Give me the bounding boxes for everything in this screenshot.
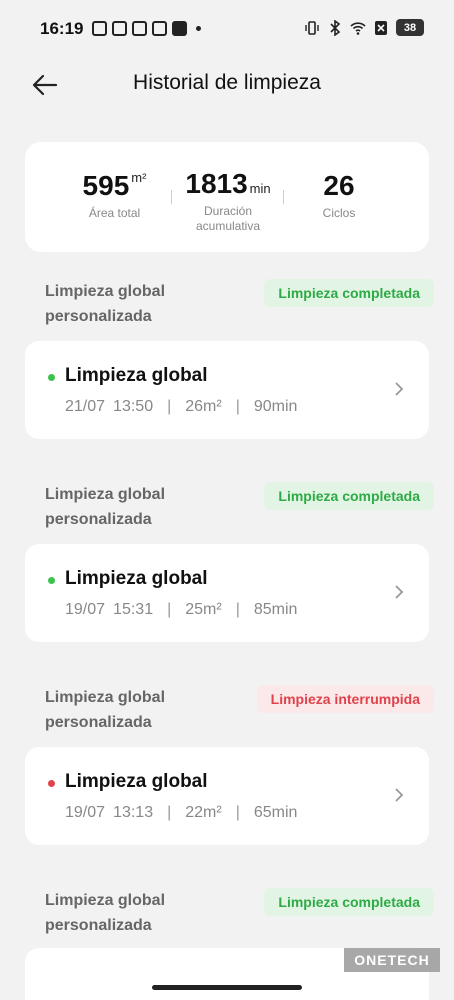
status-time: 16:19	[40, 19, 84, 38]
status-badge: Limpieza completada	[264, 279, 434, 307]
meta-separator: |	[167, 398, 172, 415]
meta-separator: |	[167, 804, 172, 821]
record-time: 13:50	[113, 398, 154, 415]
system-icons: 38	[304, 19, 424, 36]
cycles-stat: 26 Ciclos	[297, 170, 381, 221]
duration-stat: 1813 min Duración acumulativa	[173, 168, 283, 234]
record-date: 19/07	[65, 804, 106, 821]
status-dot	[48, 374, 55, 381]
record-duration: 85min	[253, 601, 298, 618]
record-time: 13:13	[113, 804, 154, 821]
record-group-title: Limpieza global personalizada	[45, 689, 166, 731]
cleaning-record: Limpieza global personalizada Limpieza c…	[0, 888, 454, 1000]
notification-icons	[92, 21, 201, 36]
record-duration: 65min	[253, 804, 298, 821]
status-badge: Limpieza completada	[264, 482, 434, 510]
record-date: 21/07	[65, 398, 106, 415]
cleaning-record: Limpieza global personalizada Limpieza i…	[0, 685, 454, 855]
status-dot	[48, 577, 55, 584]
record-title: Limpieza global	[65, 568, 208, 589]
record-area: 26m²	[185, 398, 222, 415]
chevron-right-icon	[395, 788, 404, 802]
cleaning-record: Limpieza global personalizada Limpieza c…	[0, 279, 454, 449]
status-badge: Limpieza interrumpida	[256, 685, 434, 713]
bluetooth-icon	[330, 19, 341, 36]
total-area-unit: m²	[131, 170, 147, 185]
duration-value: 1813	[185, 168, 248, 199]
record-meta: 19/07 15:31 | 25m² | 85min	[65, 601, 297, 619]
record-card[interactable]: Limpieza global 21/07 13:50 | 26m² | 90m…	[25, 341, 429, 439]
record-group-title: Limpieza global personalizada	[45, 486, 166, 528]
watermark-logo: ONETECH	[344, 948, 440, 972]
gmail-icon	[152, 21, 167, 36]
more-notifications-dot	[196, 26, 201, 31]
vibrate-icon	[305, 20, 319, 35]
record-card[interactable]: Limpieza global 19/07 13:13 | 22m² | 65m…	[25, 747, 429, 845]
divider	[283, 190, 284, 204]
no-sim-icon	[375, 20, 387, 35]
app-notification-icon	[112, 21, 127, 36]
record-area: 22m²	[185, 804, 222, 821]
status-dot	[48, 780, 55, 787]
meta-separator: |	[235, 398, 240, 415]
battery-icon: 38	[396, 19, 424, 36]
divider	[171, 190, 172, 204]
duration-unit: min	[249, 181, 271, 196]
page-title: Historial de limpieza	[133, 71, 321, 94]
duration-label: Duración acumulativa	[173, 204, 283, 234]
record-area: 25m²	[185, 601, 222, 618]
home-indicator[interactable]	[152, 985, 302, 990]
status-badge: Limpieza completada	[264, 888, 434, 916]
record-card[interactable]: Limpieza global 19/07 15:31 | 25m² | 85m…	[25, 544, 429, 642]
wifi-icon	[350, 21, 366, 35]
app-notification-icon	[92, 21, 107, 36]
cleaning-record: Limpieza global personalizada Limpieza c…	[0, 482, 454, 652]
linkedin-icon	[172, 21, 187, 36]
duration-label-line2: acumulativa	[195, 219, 261, 233]
cycles-label: Ciclos	[322, 206, 356, 220]
record-title: Limpieza global	[65, 365, 208, 386]
summary-card: 595 m² Área total 1813 min Duración acumul…	[25, 142, 429, 252]
chevron-right-icon	[395, 585, 404, 599]
cycles-value: 26	[323, 170, 355, 201]
total-area-label: Área total	[88, 206, 141, 220]
record-group-title: Limpieza global personalizada	[45, 892, 166, 934]
record-time: 15:31	[113, 601, 154, 618]
meta-separator: |	[235, 804, 240, 821]
duration-label-line1: Duración	[203, 204, 253, 218]
total-area-value: 595	[82, 170, 130, 201]
meta-separator: |	[167, 601, 172, 618]
app-notification-icon	[132, 21, 147, 36]
record-duration: 90min	[253, 398, 298, 415]
record-meta: 21/07 13:50 | 26m² | 90min	[65, 398, 297, 416]
record-title: Limpieza global	[65, 771, 208, 792]
record-meta: 19/07 13:13 | 22m² | 65min	[65, 804, 297, 822]
status-bar: 16:19 38	[0, 0, 454, 58]
top-app-bar: Historial de limpieza	[0, 58, 454, 114]
chevron-right-icon	[395, 382, 404, 396]
record-group-title: Limpieza global personalizada	[45, 283, 166, 325]
meta-separator: |	[235, 601, 240, 618]
record-date: 19/07	[65, 601, 106, 618]
total-area-stat: 595 m² Área total	[67, 170, 162, 221]
